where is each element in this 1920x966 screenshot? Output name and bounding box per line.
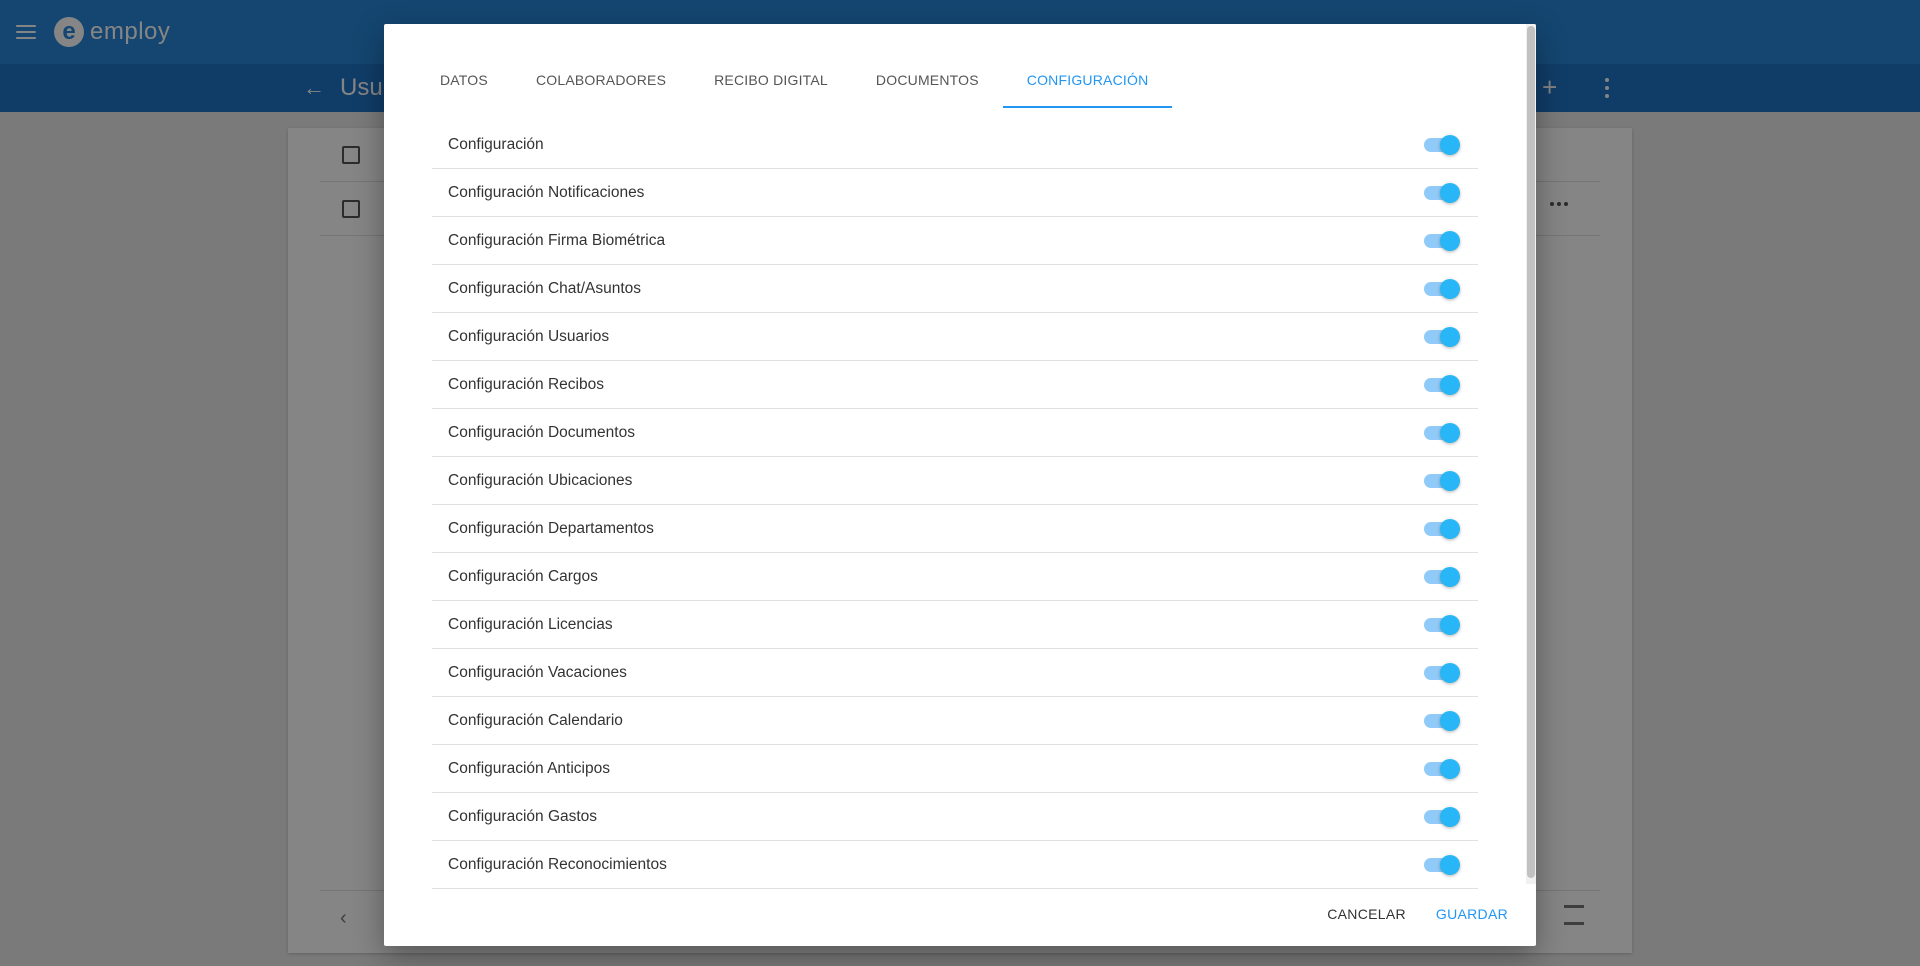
config-permissions-list: Configuración Configuración Notificacione…: [432, 121, 1478, 889]
list-item: Configuración Vacaciones: [432, 649, 1478, 697]
toggle-switch[interactable]: [1424, 374, 1460, 395]
toggle-switch[interactable]: [1424, 854, 1460, 875]
list-item: Configuración Anticipos: [432, 745, 1478, 793]
list-item-label: Configuración Chat/Asuntos: [448, 279, 642, 297]
list-item: Configuración Usuarios: [432, 313, 1478, 361]
list-item-label: Configuración Documentos: [448, 423, 635, 441]
list-item: Configuración Documentos: [432, 409, 1478, 457]
list-item: Configuración Licencias: [432, 601, 1478, 649]
toggle-switch[interactable]: [1424, 614, 1460, 635]
toggle-switch[interactable]: [1424, 758, 1460, 779]
list-item-label: Configuración Ubicaciones: [448, 471, 633, 489]
switch-thumb: [1440, 134, 1460, 155]
list-item-label: Configuración Firma Biométrica: [448, 231, 666, 249]
list-item-label: Configuración Usuarios: [448, 327, 610, 345]
toggle-switch[interactable]: [1424, 134, 1460, 155]
switch-thumb: [1440, 326, 1460, 347]
tab-datos[interactable]: DATOS: [416, 58, 512, 108]
list-item: Configuración Firma Biométrica: [432, 217, 1478, 265]
switch-thumb: [1440, 758, 1460, 779]
switch-thumb: [1440, 182, 1460, 203]
switch-thumb: [1440, 566, 1460, 587]
list-item: Configuración Notificaciones: [432, 169, 1478, 217]
toggle-switch[interactable]: [1424, 710, 1460, 731]
scrollbar-thumb[interactable]: [1527, 26, 1535, 878]
toggle-switch[interactable]: [1424, 566, 1460, 587]
toggle-switch[interactable]: [1424, 182, 1460, 203]
toggle-switch[interactable]: [1424, 806, 1460, 827]
toggle-switch[interactable]: [1424, 278, 1460, 299]
list-item: Configuración Reconocimientos: [432, 841, 1478, 889]
switch-thumb: [1440, 710, 1460, 731]
switch-thumb: [1440, 662, 1460, 683]
list-item-label: Configuración Anticipos: [448, 759, 610, 777]
list-item-label: Configuración Calendario: [448, 711, 623, 729]
list-item: Configuración Recibos: [432, 361, 1478, 409]
toggle-switch[interactable]: [1424, 422, 1460, 443]
toggle-switch[interactable]: [1424, 230, 1460, 251]
dialog-tabs: DATOS COLABORADORES RECIBO DIGITAL DOCUMENT…: [416, 58, 1173, 108]
switch-thumb: [1440, 422, 1460, 443]
list-item-label: Configuración Notificaciones: [448, 183, 645, 201]
toggle-switch[interactable]: [1424, 326, 1460, 347]
tab-documentos[interactable]: DOCUMENTOS: [852, 58, 1003, 108]
list-item-label: Configuración: [448, 135, 544, 153]
list-item: Configuración: [432, 121, 1478, 169]
list-item: Configuración Chat/Asuntos: [432, 265, 1478, 313]
toggle-switch[interactable]: [1424, 518, 1460, 539]
list-item-label: Configuración Reconocimientos: [448, 855, 667, 873]
list-item: Configuración Calendario: [432, 697, 1478, 745]
tab-recibo-digital[interactable]: RECIBO DIGITAL: [690, 58, 852, 108]
list-item-label: Configuración Cargos: [448, 567, 598, 585]
user-edit-dialog: DATOS COLABORADORES RECIBO DIGITAL DOCUMENT…: [384, 24, 1536, 946]
toggle-switch[interactable]: [1424, 470, 1460, 491]
list-item-label: Configuración Recibos: [448, 375, 604, 393]
list-item: Configuración Departamentos: [432, 505, 1478, 553]
cancel-button[interactable]: CANCELAR: [1319, 898, 1414, 930]
switch-thumb: [1440, 806, 1460, 827]
dialog-actions: CANCELAR GUARDAR: [1319, 898, 1516, 930]
list-item-label: Configuración Vacaciones: [448, 663, 627, 681]
switch-thumb: [1440, 278, 1460, 299]
tab-colaboradores[interactable]: COLABORADORES: [512, 58, 690, 108]
list-item-label: Configuración Departamentos: [448, 519, 654, 537]
switch-thumb: [1440, 374, 1460, 395]
switch-thumb: [1440, 614, 1460, 635]
switch-thumb: [1440, 230, 1460, 251]
list-item: Configuración Ubicaciones: [432, 457, 1478, 505]
switch-thumb: [1440, 470, 1460, 491]
toggle-switch[interactable]: [1424, 662, 1460, 683]
list-item-label: Configuración Licencias: [448, 615, 613, 633]
tab-configuración[interactable]: CONFIGURACIÓN: [1002, 58, 1173, 108]
list-item: Configuración Gastos: [432, 793, 1478, 841]
list-item-label: Configuración Gastos: [448, 807, 598, 825]
switch-thumb: [1440, 854, 1460, 875]
save-button[interactable]: GUARDAR: [1428, 898, 1516, 930]
list-item: Configuración Cargos: [432, 553, 1478, 601]
switch-thumb: [1440, 518, 1460, 539]
dialog-scrollbar[interactable]: [1526, 24, 1536, 884]
